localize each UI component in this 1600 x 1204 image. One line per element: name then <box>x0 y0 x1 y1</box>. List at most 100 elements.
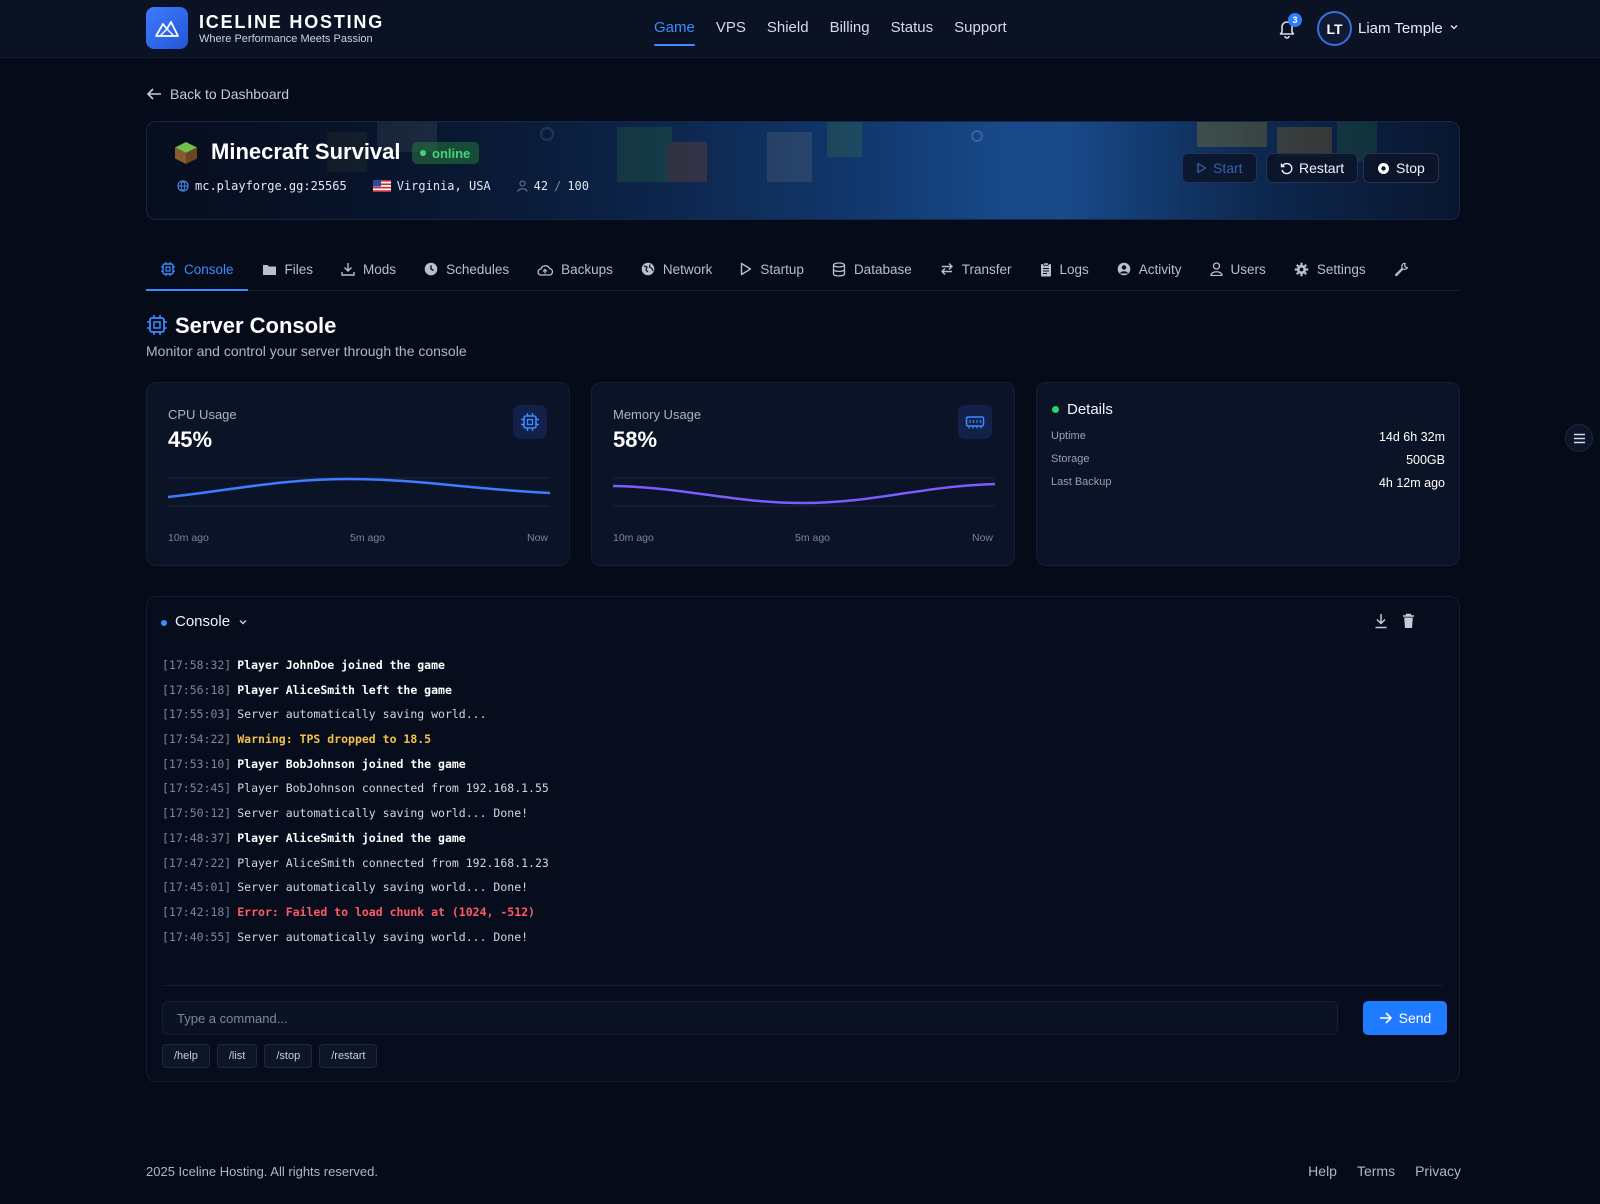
trash-icon[interactable] <box>1402 613 1415 629</box>
players-online: 42 <box>533 179 549 193</box>
quick-command-list[interactable]: /list <box>216 1044 258 1068</box>
detail-key: Storage <box>1051 453 1090 465</box>
nav-status[interactable]: Status <box>891 0 934 58</box>
tab-activity[interactable]: Activity <box>1103 248 1196 290</box>
folder-icon <box>262 264 276 275</box>
detail-value: 14d 6h 32m <box>1378 430 1445 444</box>
cpu-axis-start: 10m ago <box>168 532 209 544</box>
console-message: Player BobJohnson joined the game <box>237 756 466 771</box>
footer-copyright: 2025 Iceline Hosting. All rights reserve… <box>146 1164 378 1179</box>
wrench-icon <box>1394 262 1408 276</box>
tab-label: Startup <box>760 261 804 277</box>
server-address[interactable]: mc.playforge.gg:25565 <box>177 179 347 193</box>
tab-label: Network <box>662 261 713 277</box>
user-name[interactable]: Liam Temple <box>1358 20 1443 37</box>
memory-usage-card: Memory Usage 58% 10m ago 5m ago Now <box>591 382 1015 566</box>
server-banner: Minecraft Survival online mc.playforge.g… <box>146 121 1460 220</box>
console-line: [17:47:22] Player AliceSmith connected fr… <box>162 851 549 876</box>
tab-settings[interactable]: Settings <box>1280 248 1380 290</box>
brand-name: ICELINE HOSTING <box>199 12 385 32</box>
tab-backups[interactable]: Backups <box>523 248 627 290</box>
brand-logo[interactable] <box>146 7 188 49</box>
tab-network[interactable]: Network <box>627 248 727 290</box>
footer-link-help[interactable]: Help <box>1308 1163 1337 1179</box>
footer-link-terms[interactable]: Terms <box>1357 1163 1395 1179</box>
quick-command-restart[interactable]: /restart <box>319 1044 378 1068</box>
menu-icon <box>1573 433 1585 443</box>
cpu-icon <box>161 262 175 276</box>
console-title: Console <box>175 613 231 630</box>
console-message: Player AliceSmith connected from 192.168… <box>237 855 549 870</box>
globe-icon <box>641 262 655 276</box>
console-line: [17:40:55] Server automatically saving wo… <box>162 925 549 950</box>
console-line: [17:55:03] Server automatically saving wo… <box>162 702 549 727</box>
restart-label: Restart <box>1299 160 1345 176</box>
quick-command-stop[interactable]: /stop <box>264 1044 313 1068</box>
nav-vps[interactable]: VPS <box>716 0 746 58</box>
tab-database[interactable]: Database <box>818 248 926 290</box>
console-message: Player AliceSmith joined the game <box>237 830 466 845</box>
nav-billing[interactable]: Billing <box>830 0 870 58</box>
avatar[interactable]: LT <box>1317 11 1352 46</box>
details-title: Details <box>1052 401 1113 418</box>
tab-mods[interactable]: Mods <box>327 248 410 290</box>
quick-command-help[interactable]: /help <box>162 1044 210 1068</box>
console-message: Player JohnDoe joined the game <box>237 658 445 672</box>
mountain-logo-icon <box>155 21 179 37</box>
console-line: [17:52:45] Player BobJohnson connected fr… <box>162 776 549 801</box>
transfer-icon <box>940 263 953 275</box>
detail-row-last-backup: Last Backup 4h 12m ago <box>1051 476 1445 490</box>
memory-chip-icon <box>965 416 985 429</box>
download-icon[interactable] <box>1374 613 1388 629</box>
tab-label: Settings <box>1316 261 1366 277</box>
detail-key: Last Backup <box>1051 476 1112 488</box>
tab-tools[interactable] <box>1380 248 1431 290</box>
nav-game[interactable]: Game <box>654 0 695 58</box>
console-timestamp: [17:52:45] <box>162 781 232 796</box>
console-output[interactable]: [17:58:32] Player JohnDoe joined the game… <box>162 653 549 949</box>
back-to-dashboard-link[interactable]: Back to Dashboard <box>146 86 289 102</box>
cpu-card-icon <box>513 405 547 439</box>
chevron-down-icon[interactable] <box>1449 22 1459 32</box>
tab-users[interactable]: Users <box>1196 248 1280 290</box>
details-status-dot <box>1052 406 1059 413</box>
cpu-icon <box>521 413 539 431</box>
console-dropdown[interactable]: Console <box>161 613 248 630</box>
console-line: [17:45:01] Server automatically saving wo… <box>162 875 549 900</box>
user-circle-icon <box>1117 262 1131 276</box>
clock-icon <box>424 262 438 276</box>
tab-console[interactable]: Console <box>146 248 248 291</box>
side-panel-toggle[interactable] <box>1565 424 1593 452</box>
grass-block-icon <box>175 142 197 164</box>
main-nav: Game VPS Shield Billing Status Support <box>654 0 1028 58</box>
footer-link-privacy[interactable]: Privacy <box>1415 1163 1461 1179</box>
console-panel: Console [17:58:32] Player JohnDoe joined … <box>146 596 1460 1082</box>
console-line: [17:58:32] Player JohnDoe joined the game <box>162 653 549 678</box>
tab-logs[interactable]: Logs <box>1026 248 1103 290</box>
tab-startup[interactable]: Startup <box>726 248 818 290</box>
clipboard-icon <box>1040 261 1051 276</box>
notification-badge: 3 <box>1288 13 1302 27</box>
tab-files[interactable]: Files <box>248 248 328 290</box>
console-timestamp: [17:40:55] <box>162 929 232 944</box>
command-input[interactable] <box>162 1001 1338 1035</box>
restart-button[interactable]: Restart <box>1266 153 1359 183</box>
status-dot <box>420 150 426 156</box>
console-timestamp: [17:55:03] <box>162 707 232 722</box>
arrow-left-icon <box>146 88 161 100</box>
send-button[interactable]: Send <box>1363 1001 1447 1035</box>
nav-support[interactable]: Support <box>954 0 1007 58</box>
nav-shield[interactable]: Shield <box>767 0 809 58</box>
page-title: Server Console <box>175 313 337 338</box>
cpu-sparkline <box>168 477 550 507</box>
console-message: Server automatically saving world... <box>237 707 487 722</box>
tab-schedules[interactable]: Schedules <box>410 248 523 290</box>
stop-button[interactable]: Stop <box>1363 153 1439 183</box>
server-address-text: mc.playforge.gg:25565 <box>195 179 347 193</box>
status-label: online <box>432 145 471 161</box>
console-line: [17:53:10] Player BobJohnson joined the g… <box>162 752 549 777</box>
tab-label: Transfer <box>961 261 1012 277</box>
tab-transfer[interactable]: Transfer <box>926 248 1026 290</box>
start-button[interactable]: Start <box>1182 153 1257 183</box>
console-line: [17:42:18] Error: Failed to load chunk at… <box>162 900 549 925</box>
